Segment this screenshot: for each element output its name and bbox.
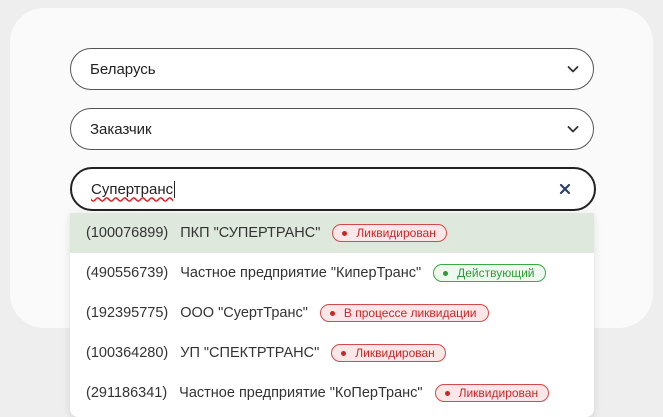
status-dot-icon [443,270,449,276]
search-input-value[interactable]: Супертранс [91,181,173,198]
result-option[interactable]: (291186341) Частное предприятие "КоПерТр… [70,373,594,413]
organization-search-input[interactable]: Супертранс [70,167,596,211]
result-code: (100364280) [86,345,169,361]
status-badge: В процессе ликвидации [319,304,490,322]
role-select-value: Заказчик [90,120,152,138]
status-badge: Ликвидирован [434,384,550,402]
status-dot-icon [342,230,348,236]
role-select[interactable]: Заказчик [70,108,594,150]
text-caret [174,180,176,198]
status-dot-icon [341,350,347,356]
search-results-dropdown: (100076899) ПКП "СУПЕРТРАНС" Ликвидирова… [70,213,594,417]
result-option[interactable]: (100364280) УП "СПЕКТРТРАНС" Ликвидирова… [70,333,594,373]
result-option[interactable]: (192395775) ООО "СуертТранс" В процессе … [70,293,594,333]
chevron-down-icon[interactable] [567,123,579,135]
status-badge: Действующий [433,264,546,282]
result-name: ООО "СуертТранс" [180,305,308,321]
result-code: (100076899) [86,225,169,241]
status-label: Ликвидирован [458,386,539,400]
country-select[interactable]: Беларусь [70,48,594,90]
result-code: (291186341) [86,385,168,401]
result-code: (490556739) [86,265,169,281]
status-badge: Ликвидирован [332,224,447,242]
status-label: В процессе ликвидации [343,306,477,320]
result-name: Частное предприятие "КиперТранс" [180,265,422,281]
status-label: Ликвидирован [355,346,435,360]
result-name: УП "СПЕКТРТРАНС" [180,345,320,361]
result-name: Частное предприятие "КоПерТранс" [179,385,423,401]
status-dot-icon [444,390,450,396]
status-dot-icon [329,310,335,316]
status-label: Ликвидирован [356,226,436,240]
result-option[interactable]: (490556739) Частное предприятие "КиперТр… [70,253,594,293]
result-code: (192395775) [86,305,169,321]
country-select-value: Беларусь [90,60,156,78]
chevron-down-icon[interactable] [567,63,579,75]
result-name: ПКП "СУПЕРТРАНС" [180,225,321,241]
status-label: Действующий [457,266,535,280]
status-badge: Ликвидирован [331,344,446,362]
clear-icon[interactable] [558,182,572,196]
result-option[interactable]: (100076899) ПКП "СУПЕРТРАНС" Ликвидирова… [70,213,594,253]
